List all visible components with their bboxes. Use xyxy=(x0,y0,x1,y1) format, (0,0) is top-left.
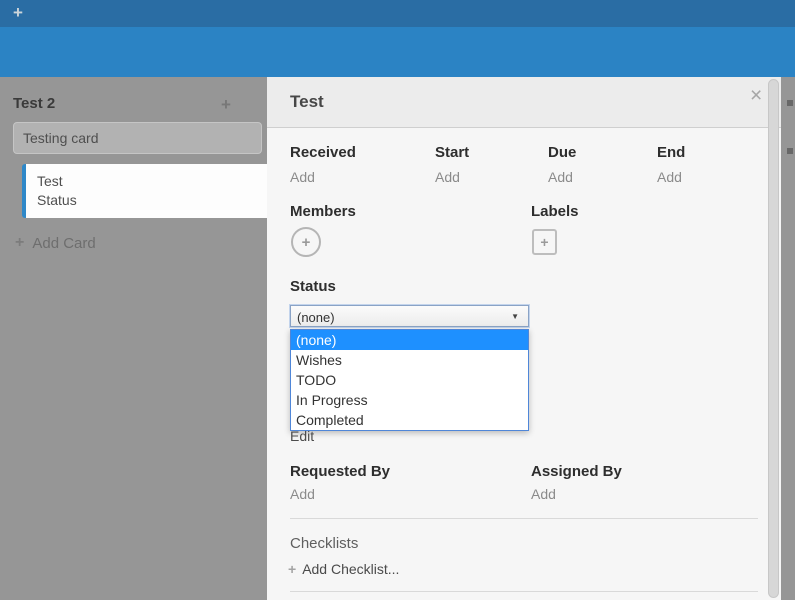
start-label: Start xyxy=(435,144,469,161)
add-checklist-button[interactable]: + Add Checklist... xyxy=(288,561,399,577)
status-option-todo[interactable]: TODO xyxy=(291,370,528,390)
board-header-bar xyxy=(0,27,795,77)
section-divider xyxy=(290,518,758,519)
due-label: Due xyxy=(548,144,576,161)
status-option-in-progress[interactable]: In Progress xyxy=(291,390,528,410)
status-select[interactable]: (none) ▼ xyxy=(290,305,529,327)
panel-scrollbar[interactable] xyxy=(768,79,779,598)
end-add-link[interactable]: Add xyxy=(657,169,682,185)
list-title: Test 2 xyxy=(13,95,55,112)
card-title: Testing card xyxy=(23,130,98,146)
app-screen: + Test 2 + Testing card Test Status + Ad… xyxy=(0,0,795,600)
start-add-link[interactable]: Add xyxy=(435,169,460,185)
card-detail-title: Test xyxy=(290,92,324,112)
clipped-list-fragment xyxy=(787,100,793,106)
list-add-card-icon[interactable]: + xyxy=(221,95,231,115)
add-board-icon[interactable]: + xyxy=(13,3,23,23)
card-test-status[interactable]: Test Status xyxy=(22,164,267,218)
card-title-line: Test xyxy=(37,172,267,191)
requested-by-label: Requested By xyxy=(290,463,390,480)
add-card-label: Add Card xyxy=(32,235,95,252)
plus-icon: + xyxy=(302,234,311,251)
section-divider xyxy=(290,591,758,592)
status-dropdown-list: (none) Wishes TODO In Progress Completed xyxy=(290,329,529,431)
dropdown-arrow-icon: ▼ xyxy=(511,312,519,321)
due-add-link[interactable]: Add xyxy=(548,169,573,185)
add-label-button[interactable]: + xyxy=(532,229,557,255)
checklists-label: Checklists xyxy=(290,535,358,552)
add-card-button[interactable]: + Add Card xyxy=(15,234,96,252)
received-add-link[interactable]: Add xyxy=(290,169,315,185)
received-label: Received xyxy=(290,144,356,161)
card-detail-panel: Test × Received Start Due End Add Add Ad… xyxy=(267,77,781,600)
assigned-by-label: Assigned By xyxy=(531,463,622,480)
end-label: End xyxy=(657,144,685,161)
assigned-by-add-link[interactable]: Add xyxy=(531,486,556,502)
close-icon[interactable]: × xyxy=(750,84,762,108)
status-option-none[interactable]: (none) xyxy=(291,330,528,350)
members-label: Members xyxy=(290,203,356,220)
plus-icon: + xyxy=(540,234,548,250)
status-selected-value: (none) xyxy=(297,310,335,325)
status-label: Status xyxy=(290,278,336,295)
plus-icon: + xyxy=(288,561,296,577)
card-testing-card[interactable]: Testing card xyxy=(13,122,262,154)
status-option-completed[interactable]: Completed xyxy=(291,410,528,430)
status-option-wishes[interactable]: Wishes xyxy=(291,350,528,370)
add-checklist-label: Add Checklist... xyxy=(302,561,399,577)
labels-label: Labels xyxy=(531,203,579,220)
plus-icon: + xyxy=(15,234,24,252)
clipped-list-fragment xyxy=(787,148,793,154)
status-edit-link[interactable]: Edit xyxy=(290,428,314,444)
add-member-button[interactable]: + xyxy=(291,227,321,257)
top-header-bar: + xyxy=(0,0,795,27)
card-title-line: Status xyxy=(37,191,267,210)
card-detail-header: Test × xyxy=(267,77,781,128)
requested-by-add-link[interactable]: Add xyxy=(290,486,315,502)
